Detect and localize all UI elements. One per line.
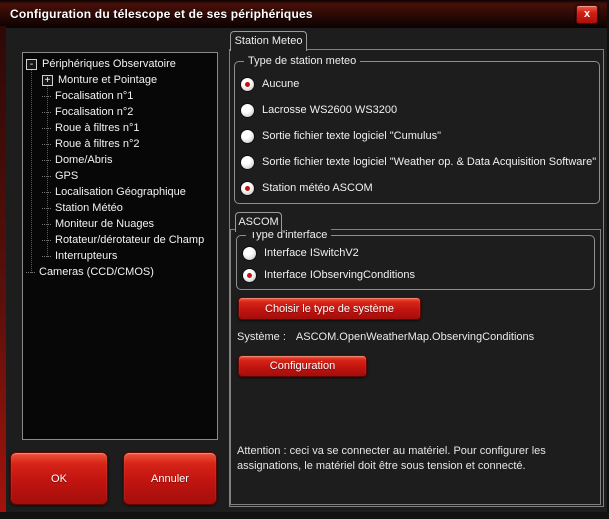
tree-item-cameras-ccd-cmos[interactable]: Cameras (CCD/CMOS)	[23, 264, 217, 280]
tree-item-label: Station Météo	[55, 202, 123, 214]
configuration-button[interactable]: Configuration	[238, 355, 367, 377]
radio-cumulus[interactable]: Sortie fichier texte logiciel "Cumulus"	[241, 128, 441, 144]
tree-item-gps[interactable]: GPS	[23, 168, 217, 184]
tree-item-moniteur-de-nuages[interactable]: Moniteur de Nuages	[23, 216, 217, 232]
radio-icon[interactable]	[243, 269, 256, 282]
tree-item-label: Roue à filtres n°2	[55, 138, 140, 150]
tree-branch-icon	[42, 192, 51, 193]
radio-icon[interactable]	[241, 156, 254, 169]
tree-item-label: Moniteur de Nuages	[55, 218, 154, 230]
tab-station-meteo[interactable]: Station Meteo	[230, 31, 307, 51]
tree-branch-icon	[42, 144, 51, 145]
tree-branch-icon	[42, 160, 51, 161]
tree-item-label: Focalisation n°1	[55, 90, 133, 102]
window-bottom-edge	[0, 512, 609, 519]
close-icon[interactable]: x	[576, 5, 598, 24]
radio-iswitchv2[interactable]: Interface ISwitchV2	[243, 245, 359, 261]
group-title: Type de station meteo	[244, 55, 360, 68]
tree-item-label: Interrupteurs	[55, 250, 117, 262]
system-value: ASCOM.OpenWeatherMap.ObservingConditions	[296, 331, 534, 343]
tree-item-peripheriques-observatoire[interactable]: - Périphériques Observatoire	[23, 56, 217, 72]
radio-station-ascom[interactable]: Station météo ASCOM	[241, 180, 373, 196]
tree-branch-icon	[42, 176, 51, 177]
tree-item-label: GPS	[55, 170, 78, 182]
radio-icon[interactable]	[243, 247, 256, 260]
tree-item-label: Dome/Abris	[55, 154, 112, 166]
window-left-edge	[0, 26, 6, 519]
window-title: Configuration du télescope et de ses pér…	[10, 0, 313, 28]
interface-type-group: Type d'interface Interface ISwitchV2 Int…	[236, 235, 595, 290]
tree-item-station-meteo[interactable]: Station Météo	[23, 200, 217, 216]
tree-item-focalisation-1[interactable]: Focalisation n°1	[23, 88, 217, 104]
cancel-button[interactable]: Annuler	[123, 452, 217, 505]
tree-item-rotateur-derotateur[interactable]: Rotateur/dérotateur de Champ	[23, 232, 217, 248]
expand-icon[interactable]: +	[42, 75, 53, 86]
tree-item-label: Roue à filtres n°1	[55, 122, 140, 134]
tree-item-interrupteurs[interactable]: Interrupteurs	[23, 248, 217, 264]
collapse-icon[interactable]: -	[26, 59, 37, 70]
tree-item-monture-et-pointage[interactable]: + Monture et Pointage	[23, 72, 217, 88]
tab-ascom[interactable]: ASCOM	[235, 212, 282, 232]
titlebar: Configuration du télescope et de ses pér…	[0, 0, 609, 28]
radio-icon[interactable]	[241, 104, 254, 117]
tree-branch-icon	[42, 208, 51, 209]
tree-branch-icon	[42, 240, 51, 241]
tree-branch-icon	[42, 128, 51, 129]
radio-weather-op[interactable]: Sortie fichier texte logiciel "Weather o…	[241, 154, 596, 170]
station-meteo-page: Type de station meteo Aucune Lacrosse WS…	[229, 49, 604, 507]
tree-item-roue-filtres-1[interactable]: Roue à filtres n°1	[23, 120, 217, 136]
tree-branch-icon	[42, 256, 51, 257]
tree-item-label: Focalisation n°2	[55, 106, 133, 118]
dialog-window: Configuration du télescope et de ses pér…	[0, 0, 609, 519]
system-line: Système : ASCOM.OpenWeatherMap.Observing…	[237, 331, 534, 343]
tree-branch-icon	[26, 272, 35, 273]
radio-lacrosse[interactable]: Lacrosse WS2600 WS3200	[241, 102, 397, 118]
radio-aucune[interactable]: Aucune	[241, 76, 299, 92]
tree-branch-icon	[42, 112, 51, 113]
tree-branch-icon	[42, 96, 51, 97]
choose-system-button[interactable]: Choisir le type de système	[238, 297, 421, 320]
tree-item-label: Cameras (CCD/CMOS)	[39, 266, 154, 278]
radio-icon[interactable]	[241, 182, 254, 195]
warning-text: Attention : ceci va se connecter au maté…	[237, 444, 593, 474]
tree-item-roue-filtres-2[interactable]: Roue à filtres n°2	[23, 136, 217, 152]
ok-button[interactable]: OK	[10, 452, 108, 505]
device-tree: - Périphériques Observatoire + Monture e…	[22, 52, 218, 440]
radio-icon[interactable]	[241, 78, 254, 91]
tree-item-label: Périphériques Observatoire	[42, 58, 176, 70]
tree-item-label: Localisation Géographique	[55, 186, 186, 198]
ascom-page: Type d'interface Interface ISwitchV2 Int…	[230, 229, 601, 505]
radio-iobservingconditions[interactable]: Interface IObservingConditions	[243, 267, 415, 283]
tree-item-label: Rotateur/dérotateur de Champ	[55, 234, 204, 246]
radio-icon[interactable]	[241, 130, 254, 143]
station-type-group: Type de station meteo Aucune Lacrosse WS…	[234, 61, 600, 204]
system-label: Système :	[237, 331, 286, 343]
tree-item-label: Monture et Pointage	[58, 74, 157, 86]
tree-branch-icon	[42, 224, 51, 225]
tree-item-localisation-geographique[interactable]: Localisation Géographique	[23, 184, 217, 200]
tree-item-dome-abris[interactable]: Dome/Abris	[23, 152, 217, 168]
tree-item-focalisation-2[interactable]: Focalisation n°2	[23, 104, 217, 120]
